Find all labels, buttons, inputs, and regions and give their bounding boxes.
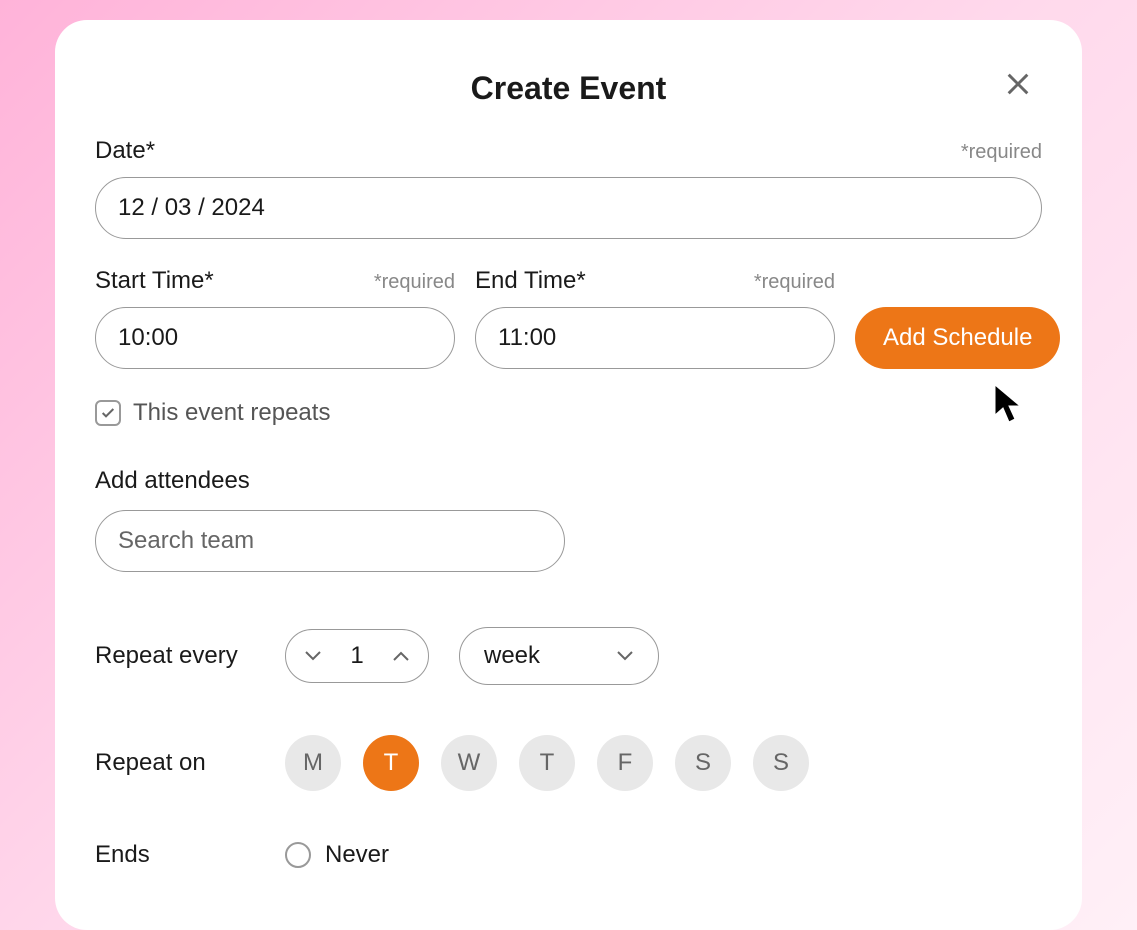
attendees-label: Add attendees <box>95 467 1042 495</box>
ends-never-option: Never <box>285 841 389 869</box>
create-event-modal: Create Event Date* *required Start Time*… <box>55 20 1082 930</box>
ends-row: Ends Never <box>95 841 1042 869</box>
date-input[interactable] <box>95 177 1042 239</box>
day-button-tuesday[interactable]: T <box>363 735 419 791</box>
close-button[interactable] <box>1004 70 1032 103</box>
start-time-required-text: *required <box>374 271 455 294</box>
day-button-sunday[interactable]: S <box>753 735 809 791</box>
repeats-checkbox-row: This event repeats <box>95 399 1042 427</box>
date-required-text: *required <box>961 141 1042 164</box>
attendees-section: Add attendees <box>95 467 1042 572</box>
repeat-unit-dropdown[interactable]: week <box>459 627 659 685</box>
stepper-decrement-button[interactable] <box>304 650 322 662</box>
repeat-every-label: Repeat every <box>95 642 255 670</box>
repeat-unit-value: week <box>484 642 540 670</box>
chevron-down-icon <box>304 650 322 662</box>
start-time-label: Start Time* <box>95 267 214 295</box>
close-icon <box>1004 69 1032 105</box>
end-time-required-text: *required <box>754 271 835 294</box>
day-button-saturday[interactable]: S <box>675 735 731 791</box>
end-time-label: End Time* <box>475 267 586 295</box>
chevron-up-icon <box>392 650 410 662</box>
time-row: Start Time* *required End Time* *require… <box>95 267 1042 369</box>
start-time-input[interactable] <box>95 307 455 369</box>
ends-never-label: Never <box>325 841 389 869</box>
day-buttons-group: M T W T F S S <box>285 735 809 791</box>
repeat-count-value: 1 <box>347 642 367 670</box>
day-button-thursday[interactable]: T <box>519 735 575 791</box>
ends-never-radio[interactable] <box>285 842 311 868</box>
start-time-field: Start Time* *required <box>95 267 455 369</box>
date-label: Date* <box>95 137 155 165</box>
end-time-field: End Time* *required <box>475 267 835 369</box>
stepper-increment-button[interactable] <box>392 650 410 662</box>
day-button-wednesday[interactable]: W <box>441 735 497 791</box>
day-button-friday[interactable]: F <box>597 735 653 791</box>
repeat-every-row: Repeat every 1 week <box>95 627 1042 685</box>
repeats-checkbox-label: This event repeats <box>133 399 330 427</box>
day-button-monday[interactable]: M <box>285 735 341 791</box>
repeat-on-label: Repeat on <box>95 749 255 777</box>
checkmark-icon <box>100 405 116 421</box>
repeats-checkbox[interactable] <box>95 400 121 426</box>
repeat-on-row: Repeat on M T W T F S S <box>95 735 1042 791</box>
repeat-count-stepper: 1 <box>285 629 429 683</box>
date-field-row: Date* *required <box>95 137 1042 239</box>
chevron-down-icon <box>616 650 634 662</box>
ends-label: Ends <box>95 841 255 869</box>
end-time-input[interactable] <box>475 307 835 369</box>
modal-title: Create Event <box>95 70 1042 107</box>
attendees-search-input[interactable] <box>95 510 565 572</box>
add-schedule-button[interactable]: Add Schedule <box>855 307 1060 369</box>
